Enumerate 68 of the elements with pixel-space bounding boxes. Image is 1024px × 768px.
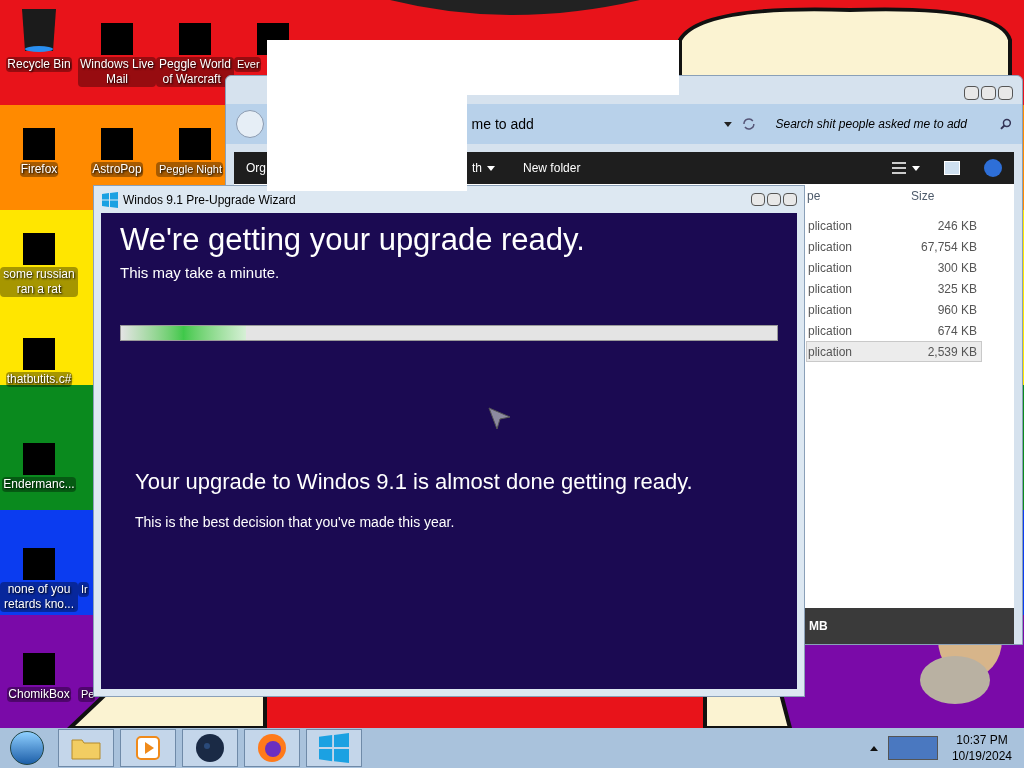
table-cell-text: 67,754 KB (920, 238, 978, 256)
search-icon[interactable] (1000, 118, 1012, 130)
icon-label[interactable]: Endermanc... (2, 477, 76, 492)
table-cell-text: plication (807, 217, 854, 235)
wizard-subheading: This may take a minute. (120, 263, 281, 283)
file-row[interactable]: plication 2,539 KB (806, 341, 982, 362)
table-cell-text: 2,539 KB (927, 343, 978, 361)
table-cell-text: 300 KB (937, 259, 978, 277)
windows-logo-icon (102, 191, 118, 208)
icon-label[interactable]: ChomikBox (7, 687, 71, 702)
close-button[interactable] (998, 86, 1013, 100)
address-bar[interactable]: me to add (471, 113, 720, 135)
table-cell-text: plication (807, 301, 854, 319)
table-cell-text: plication (807, 259, 854, 277)
view-options-icon[interactable] (892, 162, 920, 174)
caret-icon (487, 165, 496, 171)
table-cell-text: plication (807, 238, 854, 256)
file-row[interactable]: plication 325 KB (806, 278, 982, 299)
icon-label[interactable]: Ir (78, 582, 89, 597)
toolbar-item[interactable]: th (472, 159, 496, 177)
play-icon[interactable] (136, 736, 160, 760)
toolbar-item[interactable]: Org (246, 159, 266, 177)
file-row[interactable]: plication 300 KB (806, 257, 982, 278)
windows-logo-icon[interactable] (319, 733, 349, 763)
refresh-icon[interactable] (741, 118, 756, 130)
start-button[interactable] (10, 731, 44, 765)
minimize-button[interactable] (751, 193, 765, 206)
taskbar-button[interactable] (182, 729, 238, 767)
table-cell-text: plication (807, 280, 854, 298)
browser-icon[interactable] (257, 733, 287, 763)
icon-label[interactable]: Peggle Night (156, 162, 223, 177)
tray-arrow-icon[interactable] (869, 745, 878, 751)
table-cell-text: 325 KB (937, 280, 978, 298)
globe-icon[interactable] (195, 733, 225, 763)
icon-label[interactable]: Ever (234, 57, 261, 72)
table-cell-text: 960 KB (937, 301, 978, 319)
clock-time[interactable]: 10:37 PM (956, 732, 1008, 748)
minimize-button[interactable] (964, 86, 979, 100)
dropdown-icon[interactable] (723, 121, 732, 127)
wizard-heading: We're getting your upgrade ready. (120, 221, 586, 259)
clock-date[interactable]: 10/19/2024 (951, 748, 1012, 764)
column-header[interactable]: pe (807, 187, 911, 205)
details-text: MB (809, 618, 828, 635)
file-row[interactable]: plication 67,754 KB (806, 236, 982, 257)
maximize-button[interactable] (981, 86, 996, 100)
search-field[interactable]: Search shit people asked me to add (775, 111, 993, 137)
table-cell-text: 674 KB (937, 322, 978, 340)
back-button[interactable] (236, 110, 264, 138)
window-title: Windos 9.1 Pre-Upgrade Wizard (123, 191, 296, 209)
icon-label[interactable]: Recycle Bin (6, 57, 72, 72)
toolbar-item[interactable]: New folder (523, 159, 581, 177)
taskbar-button[interactable] (244, 729, 300, 767)
table-cell-text: 246 KB (937, 217, 978, 235)
file-row[interactable]: plication 960 KB (806, 299, 982, 320)
mouse-cursor-icon (488, 406, 512, 431)
close-button[interactable] (783, 193, 797, 206)
wizard-note: This is the best decision that you've made this year. (135, 512, 456, 532)
icon-label[interactable]: none of you retards kno... (0, 582, 78, 612)
table-cell-text: plication (807, 343, 854, 361)
column-header[interactable]: Size (911, 187, 935, 205)
help-icon[interactable] (984, 159, 1002, 177)
maximize-button[interactable] (767, 193, 781, 206)
wizard-message: Your upgrade to Windos 9.1 is almost done getting ready. (135, 467, 694, 496)
table-cell-text: plication (807, 322, 854, 340)
icon-label[interactable]: AstroPop (91, 162, 143, 177)
file-row[interactable]: plication 674 KB (806, 320, 982, 341)
icon-label[interactable]: Windows Live Mail (78, 57, 156, 87)
file-row[interactable]: plication 246 KB (806, 215, 982, 236)
